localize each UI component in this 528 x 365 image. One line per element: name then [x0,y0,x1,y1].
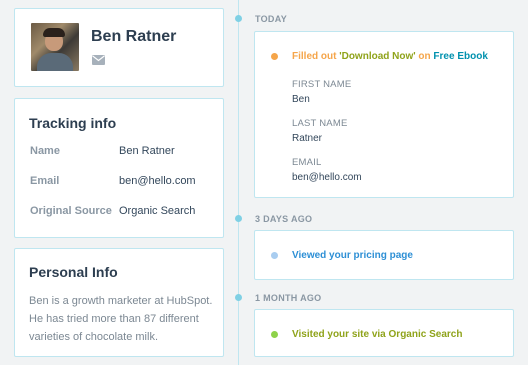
tracking-name-label: Name [30,145,60,157]
timeline-marker [235,15,242,22]
tracking-name-value: Ben Ratner [119,145,175,157]
event-prefix: Filled out [292,51,340,62]
first-name-label: FIRST NAME [292,79,352,90]
event-middle: on [415,51,434,62]
timeline-line [238,0,239,365]
last-name-value: Ratner [292,133,323,144]
profile-card: Ben Ratner [14,8,224,87]
green-status-dot [271,331,278,338]
timeline-heading-today: TODAY [255,14,288,24]
avatar[interactable] [31,23,79,71]
pricing-page-link[interactable]: Viewed your pricing page [292,250,413,261]
envelope-icon[interactable] [92,55,105,65]
blue-status-dot [271,252,278,259]
site-visit-text[interactable]: Visited your site via Organic Search [292,329,462,340]
email-value: ben@hello.com [292,172,362,183]
personal-info-text: Ben is a growth marketer at HubSpot. He … [29,295,213,343]
personal-info-title: Personal Info [29,264,118,280]
timeline-marker [235,294,242,301]
timeline-heading-3-days-ago: 3 DAYS AGO [255,214,313,224]
site-visit-event: Visited your site via Organic Search [254,309,514,357]
orange-status-dot [271,53,278,60]
form-name-link[interactable]: 'Download Now' [339,51,415,62]
tracking-email-label: Email [30,175,60,187]
tracking-email-value: ben@hello.com [119,175,196,187]
contact-name: Ben Ratner [91,28,177,45]
page-name-link[interactable]: Free Ebook [433,51,487,62]
email-label: EMAIL [292,157,322,168]
form-submission-title: Filled out 'Download Now' on Free Ebook [292,51,488,62]
form-submission-event: Filled out 'Download Now' on Free Ebook … [254,31,514,198]
page-view-event: Viewed your pricing page [254,230,514,280]
tracking-source-value: Organic Search [119,205,196,217]
tracking-info-card: Tracking info Name Ben Ratner Email ben@… [14,98,224,238]
personal-info-card: Personal Info Ben is a growth marketer a… [14,248,224,357]
timeline-marker [235,215,242,222]
last-name-label: LAST NAME [292,118,348,129]
tracking-info-title: Tracking info [29,115,117,131]
tracking-source-label: Original Source [30,205,112,217]
timeline-heading-1-month-ago: 1 MONTH AGO [255,293,322,303]
first-name-value: Ben [292,94,310,105]
